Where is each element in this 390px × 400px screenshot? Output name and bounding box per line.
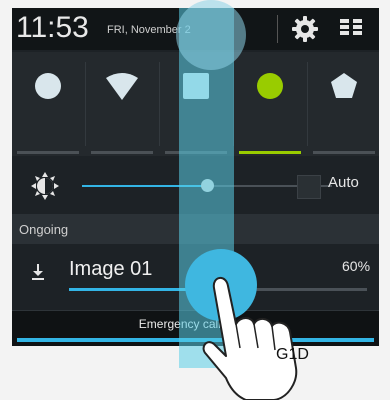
quick-tile-1[interactable]: [12, 52, 84, 156]
notification-percent: 60%: [342, 258, 371, 274]
quick-tile-5[interactable]: [308, 52, 379, 156]
ongoing-header-label: Ongoing: [19, 222, 69, 237]
wifi-icon: [106, 73, 138, 100]
gesture-label: G1D: [276, 346, 309, 363]
gear-icon[interactable]: [291, 15, 319, 43]
download-icon: [32, 264, 44, 280]
status-bar-divider: [277, 15, 278, 43]
pentagon-icon: [331, 73, 357, 98]
notification-title: Image 01: [69, 258, 153, 280]
circle-icon: [257, 73, 283, 99]
tile-indicator: [313, 151, 375, 154]
clock: 11:53: [16, 11, 89, 44]
circle-icon: [35, 73, 61, 99]
gesture-start-point: [176, 0, 246, 70]
auto-brightness-checkbox[interactable]: [297, 175, 321, 199]
hand-pointer-icon: [202, 277, 298, 400]
quick-tile-wifi[interactable]: [86, 52, 158, 156]
quick-settings-grid-icon[interactable]: [338, 17, 364, 41]
auto-brightness-label: Auto: [328, 174, 359, 191]
tile-indicator-active: [239, 151, 301, 154]
tile-indicator: [91, 151, 153, 154]
brightness-sun-icon: [31, 172, 59, 200]
tile-indicator: [17, 151, 79, 154]
quick-tile-4-active[interactable]: [234, 52, 306, 156]
